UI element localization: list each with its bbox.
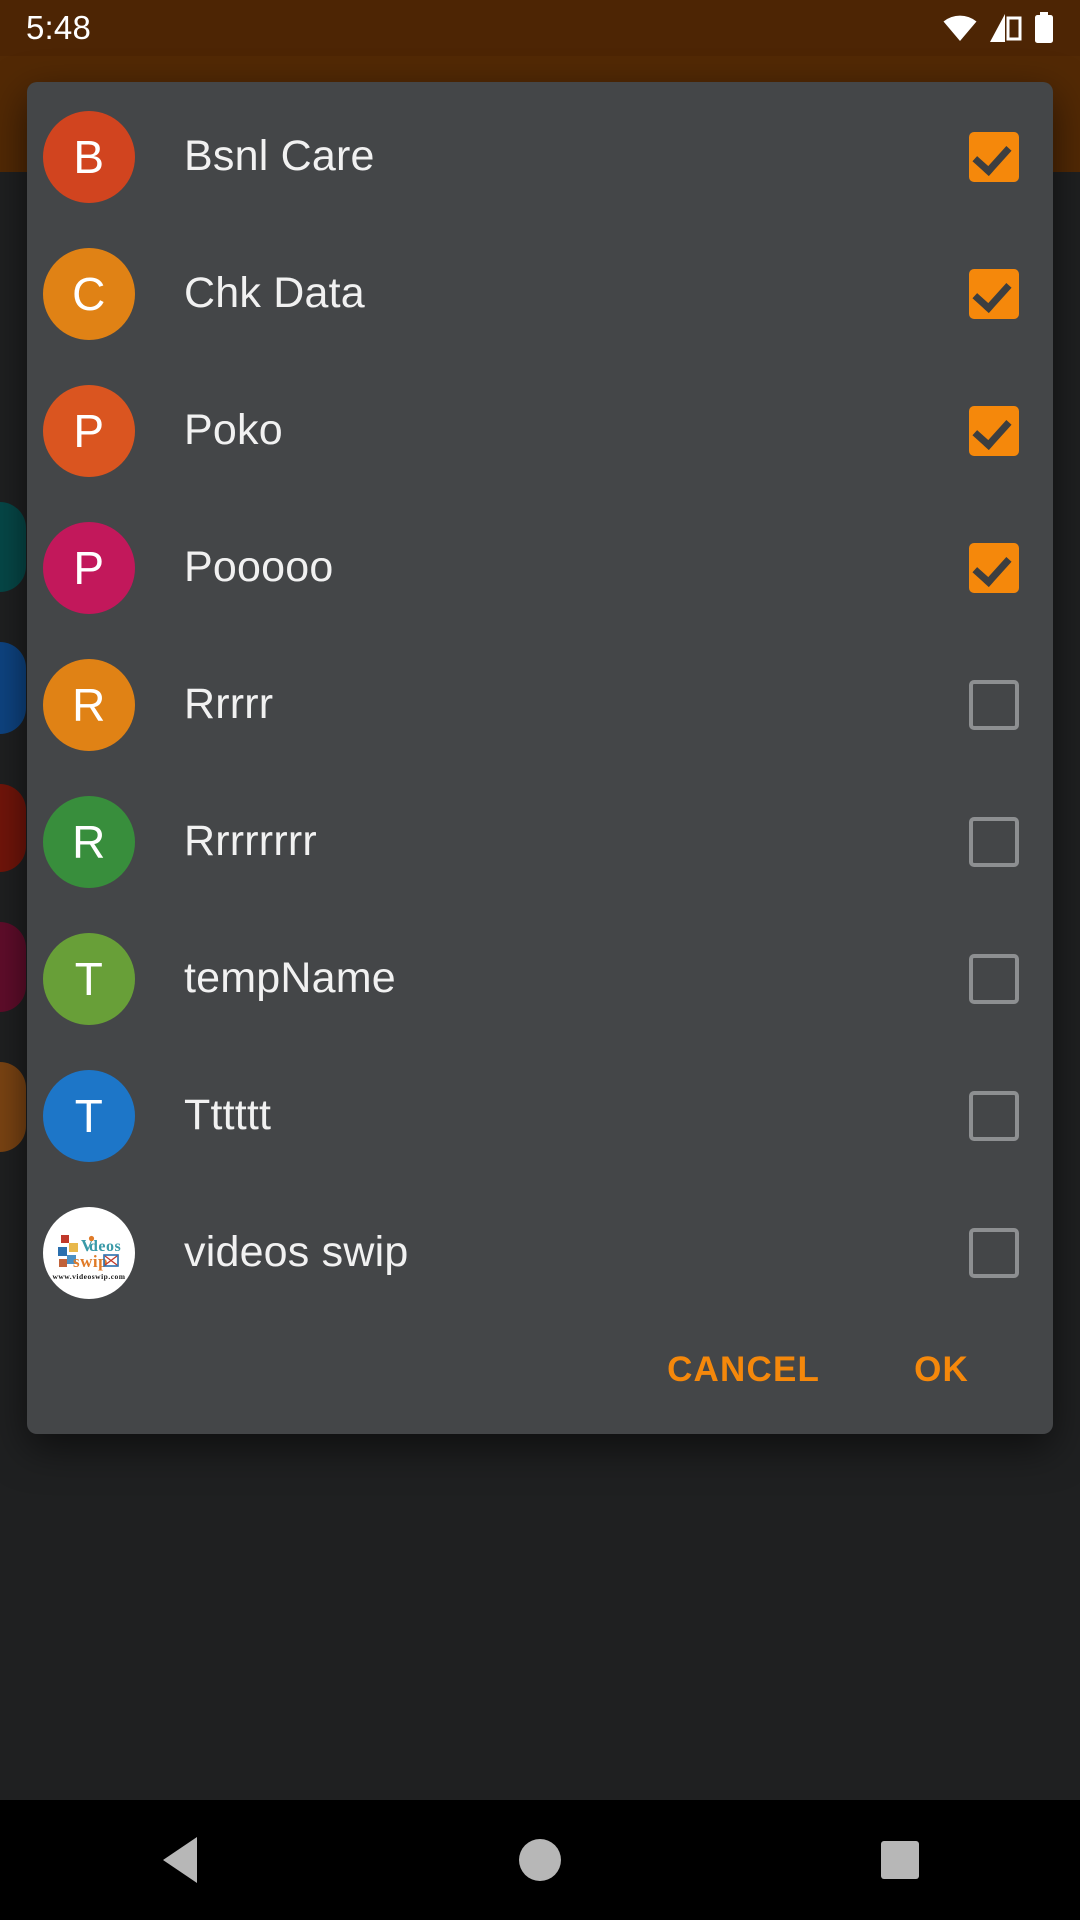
dialog-button-bar: CANCEL OK [27, 1306, 1053, 1434]
list-item-label: Bsnl Care [184, 132, 375, 180]
list-item[interactable]: TtempName [27, 910, 1053, 1047]
avatar-initial: R [72, 815, 106, 868]
checkbox-unchecked[interactable] [969, 816, 1019, 867]
status-bar-clock: 5:48 [26, 9, 92, 46]
checkbox-unchecked[interactable] [969, 953, 1019, 1004]
checkbox-unchecked[interactable] [969, 1090, 1019, 1141]
cancel-button[interactable]: CANCEL [639, 1330, 848, 1410]
back-triangle-icon [163, 1837, 197, 1883]
nav-home-button[interactable] [460, 1800, 620, 1920]
nav-back-button[interactable] [100, 1800, 260, 1920]
avatar-initial: P [73, 404, 105, 457]
ok-button[interactable]: OK [886, 1330, 997, 1410]
svg-text:swip: swip [73, 1252, 108, 1271]
list-item-label: Poko [184, 406, 283, 454]
list-item-label: Chk Data [184, 269, 365, 317]
status-bar-icons [942, 12, 1054, 44]
svg-text:www.videoswip.com: www.videoswip.com [52, 1272, 125, 1281]
avatar-initial: C [72, 267, 106, 320]
avatar: T [43, 1069, 135, 1162]
list-item[interactable]: R Rrrrr [27, 636, 1053, 773]
checkbox-checked[interactable] [969, 268, 1019, 319]
list-item[interactable]: Vdeos swip www.videoswip.com videos swip [27, 1184, 1053, 1306]
list-item[interactable]: T Tttttt [27, 1047, 1053, 1184]
avatar-initial: B [73, 130, 105, 183]
avatar: P [43, 521, 135, 614]
home-circle-icon [519, 1839, 561, 1881]
checkbox-checked[interactable] [969, 131, 1019, 182]
dialog-item-list[interactable]: B Bsnl Care C Chk Data P Poko P Pooooo R Rrrrr R Rr… [27, 82, 1053, 1306]
wifi-icon [942, 14, 978, 42]
videos-swip-logo: Vdeos swip www.videoswip.com [43, 1206, 135, 1299]
avatar-initial: T [74, 952, 104, 1005]
list-item-label: Rrrrr [184, 680, 274, 728]
list-item-label: tempName [184, 954, 396, 1002]
list-item[interactable]: C Chk Data [27, 225, 1053, 362]
list-item-label: videos swip [184, 1228, 409, 1276]
checkbox-checked[interactable] [969, 542, 1019, 593]
avatar: T [43, 932, 135, 1025]
list-item[interactable]: P Poko [27, 362, 1053, 499]
checkbox-unchecked[interactable] [969, 1227, 1019, 1278]
multi-select-dialog: B Bsnl Care C Chk Data P Poko P Pooooo R Rrrrr R Rr… [27, 82, 1053, 1434]
avatar-initial: P [73, 541, 105, 594]
list-item[interactable]: R Rrrrrrrr [27, 773, 1053, 910]
avatar: B [43, 110, 135, 203]
battery-icon [1034, 12, 1054, 44]
list-item[interactable]: P Pooooo [27, 499, 1053, 636]
videos-swip-logo-art: Vdeosswipwww.videoswip.com [52, 1234, 125, 1281]
list-item[interactable]: B Bsnl Care [27, 88, 1053, 225]
cellular-signal-icon [989, 13, 1023, 43]
recents-square-icon [881, 1841, 919, 1879]
avatar: R [43, 795, 135, 888]
list-item-label: Pooooo [184, 543, 334, 591]
avatar: C [43, 247, 135, 340]
list-item-label: Rrrrrrrr [184, 817, 317, 865]
phone-screen: 5:48 B Bsnl Care C Chk Data P Poko P Poo… [0, 0, 1080, 1920]
avatar: R [43, 658, 135, 751]
avatar: P [43, 384, 135, 477]
nav-recents-button[interactable] [820, 1800, 980, 1920]
avatar-initial: T [74, 1089, 104, 1142]
checkbox-checked[interactable] [969, 405, 1019, 456]
avatar-initial: R [72, 678, 106, 731]
list-item-label: Tttttt [184, 1091, 272, 1139]
system-navigation-bar [0, 1800, 1080, 1920]
checkbox-unchecked[interactable] [969, 679, 1019, 730]
status-bar: 5:48 [0, 0, 1080, 56]
